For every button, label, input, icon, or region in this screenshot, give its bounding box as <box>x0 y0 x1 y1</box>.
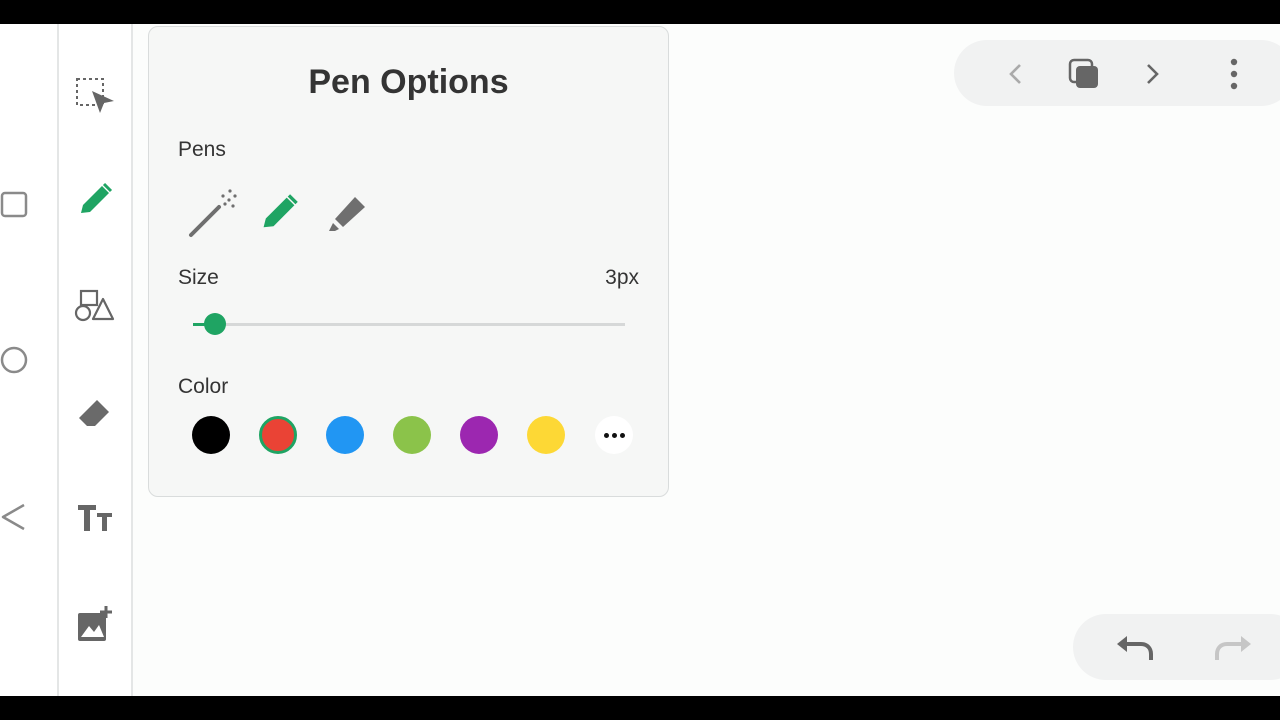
size-label: Size <box>178 266 219 289</box>
color-swatch-red[interactable] <box>259 416 297 454</box>
pens-label: Pens <box>178 138 226 161</box>
select-icon <box>76 78 114 113</box>
highlighter-icon <box>329 197 365 231</box>
panel-title: Pen Options <box>308 63 509 101</box>
add-image-icon <box>78 606 112 641</box>
text-icon <box>78 505 112 531</box>
color-swatch-blue[interactable] <box>326 416 364 454</box>
color-swatch-yellow[interactable] <box>527 416 565 454</box>
eraser-tool[interactable] <box>73 390 117 434</box>
canvas-screen[interactable]: Pen Options Pens Size 3px Color <box>0 24 1280 696</box>
back-icon <box>1009 64 1021 84</box>
pen-options-panel: Pen Options Pens Size 3px Color <box>148 26 669 497</box>
shapes-icon <box>74 289 115 322</box>
size-slider[interactable] <box>193 313 625 335</box>
text-tool[interactable] <box>73 496 117 540</box>
system-nav <box>0 24 59 696</box>
shapes-tool[interactable] <box>73 283 117 327</box>
back-nav-icon[interactable] <box>0 502 30 532</box>
color-label: Color <box>178 375 229 398</box>
pen-button[interactable] <box>253 187 305 239</box>
highlighter-button[interactable] <box>321 187 373 239</box>
top-toolbar <box>954 40 1280 106</box>
overview-button[interactable] <box>1062 52 1106 96</box>
more-horiz-icon <box>602 432 626 438</box>
size-value: 3px <box>605 266 639 289</box>
tool-rail <box>59 24 133 696</box>
add-image-tool[interactable] <box>73 602 117 646</box>
redo-icon <box>1215 636 1251 660</box>
color-swatch-purple[interactable] <box>460 416 498 454</box>
undo-button[interactable] <box>1113 626 1157 670</box>
magic-pen-icon <box>189 189 237 237</box>
forward-button[interactable] <box>1130 52 1174 96</box>
recents-icon[interactable] <box>0 190 30 220</box>
home-icon[interactable] <box>0 345 30 375</box>
magic-pen-button[interactable] <box>187 187 239 239</box>
more-colors-button[interactable] <box>595 416 633 454</box>
pen-icon <box>263 194 298 228</box>
eraser-icon <box>79 400 109 426</box>
pen-icon <box>81 182 113 213</box>
undo-redo-bar <box>1073 614 1280 680</box>
overview-icon <box>1068 58 1098 88</box>
redo-button[interactable] <box>1211 626 1255 670</box>
more-vert-icon <box>1230 58 1238 90</box>
more-button[interactable] <box>1212 52 1256 96</box>
pen-tool[interactable] <box>73 178 117 222</box>
color-swatch-black[interactable] <box>192 416 230 454</box>
select-tool[interactable] <box>73 74 117 118</box>
back-button[interactable] <box>994 52 1038 96</box>
color-swatch-green[interactable] <box>393 416 431 454</box>
forward-icon <box>1147 64 1159 84</box>
size-slider-thumb[interactable] <box>203 313 226 335</box>
undo-icon <box>1117 636 1153 660</box>
